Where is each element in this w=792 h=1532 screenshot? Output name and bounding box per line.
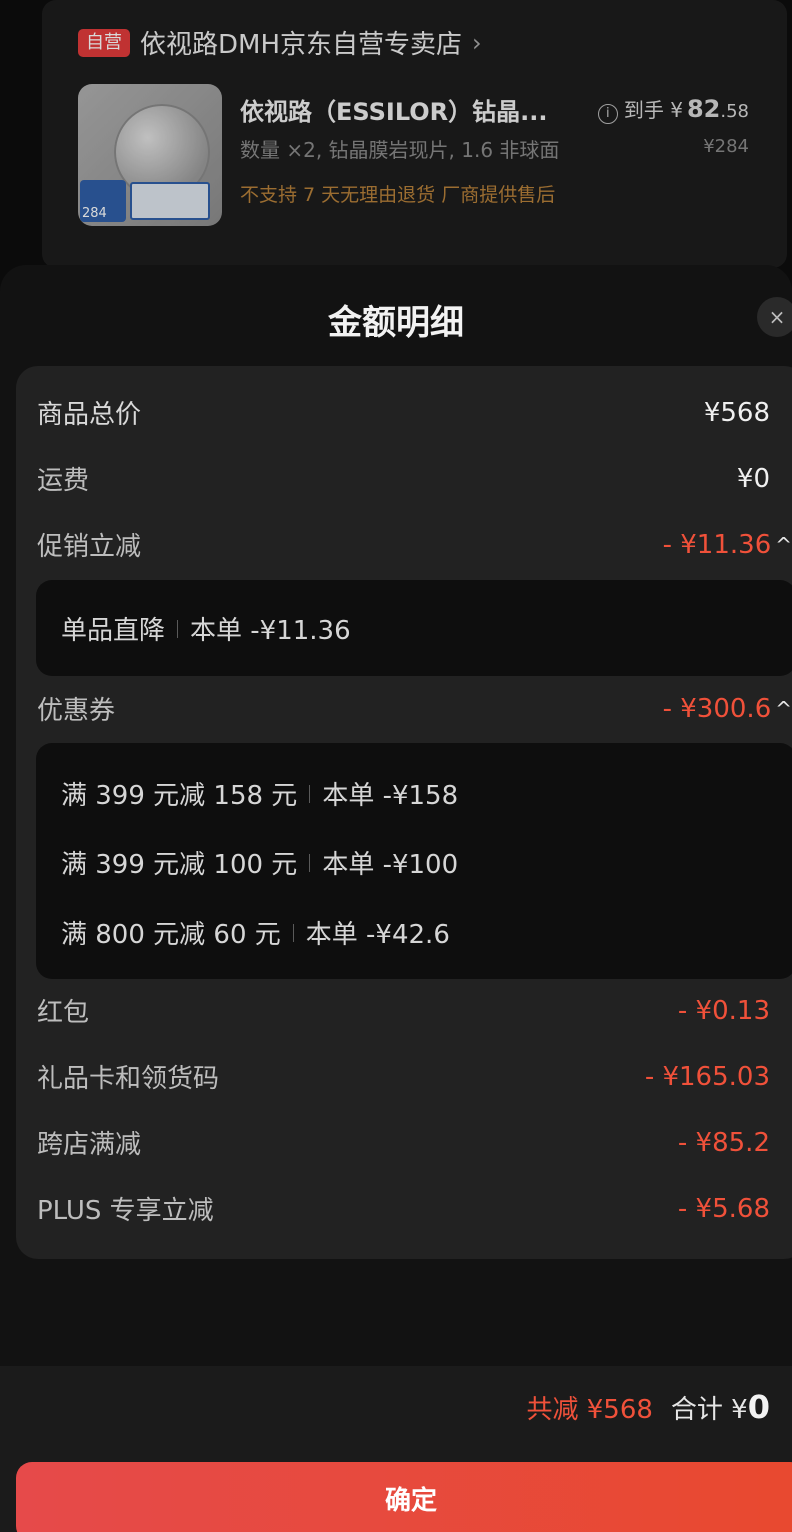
chevron-up-icon[interactable]: ^ (775, 533, 792, 557)
promo-label: 促销立减 (37, 532, 142, 562)
gift-card-row: 礼品卡和领货码 - ¥165.03 (37, 1058, 770, 1095)
gift-card-label: 礼品卡和领货码 (37, 1064, 220, 1094)
divider (292, 923, 294, 942)
coupon-detail-name: 满 399 元减 100 元 (61, 850, 298, 880)
promo-row[interactable]: 促销立减 - ¥11.36 ^ (37, 526, 792, 563)
coupon-detail-amount: 本单 -¥42.6 (305, 920, 450, 950)
coupon-label: 优惠券 (37, 696, 116, 726)
goods-total-value: ¥568 (703, 397, 770, 428)
goods-total-label: 商品总价 (37, 400, 142, 430)
goods-total-row: 商品总价 ¥568 (37, 394, 770, 431)
coupon-detail-item: 满 399 元减 100 元 本单 -¥100 (61, 844, 458, 881)
gift-card-value: - ¥165.03 (644, 1061, 770, 1092)
shipping-row: 运费 ¥0 (37, 460, 770, 497)
plus-row: PLUS 专享立减 - ¥5.68 (37, 1190, 770, 1227)
divider (309, 784, 311, 803)
cross-store-row: 跨店满减 - ¥85.2 (37, 1124, 770, 1161)
coupon-row[interactable]: 优惠券 - ¥300.6 ^ (37, 690, 792, 727)
sheet-title: 金额明细 (328, 303, 464, 343)
divider (177, 619, 179, 638)
plus-label: PLUS 专享立减 (37, 1196, 214, 1226)
total-value: 0 (747, 1388, 770, 1426)
plus-value: - ¥5.68 (677, 1193, 770, 1224)
close-icon: × (768, 305, 786, 329)
promo-detail-box: 单品直降 本单 -¥11.36 (36, 580, 792, 676)
cross-store-label: 跨店满减 (37, 1130, 142, 1160)
red-packet-label: 红包 (37, 998, 90, 1028)
coupon-detail-item: 满 399 元减 158 元 本单 -¥158 (61, 775, 458, 812)
coupon-detail-item: 满 800 元减 60 元 本单 -¥42.6 (61, 914, 450, 951)
shipping-value: ¥0 (736, 463, 770, 494)
shipping-label: 运费 (37, 466, 90, 496)
coupon-detail-box: 满 399 元减 158 元 本单 -¥158 满 399 元减 100 元 本… (36, 743, 792, 979)
chevron-up-icon[interactable]: ^ (775, 697, 792, 721)
total-label: 合计 ¥ (670, 1395, 748, 1425)
divider (309, 853, 311, 872)
total-reduction: 共减 ¥568 (526, 1395, 653, 1425)
coupon-detail-amount: 本单 -¥100 (322, 850, 459, 880)
confirm-button[interactable]: 确定 (16, 1462, 792, 1532)
coupon-detail-name: 满 399 元减 158 元 (61, 781, 298, 811)
cross-store-value: - ¥85.2 (677, 1127, 770, 1158)
promo-detail-name: 单品直降 (61, 616, 166, 646)
coupon-value: - ¥300.6 (662, 693, 772, 724)
dim-overlay (42, 0, 787, 268)
promo-detail-item: 单品直降 本单 -¥11.36 (61, 610, 351, 647)
total-summary: 共减 ¥568 合计 ¥ 0 (526, 1388, 770, 1426)
amount-detail-sheet: 金额明细 × 商品总价 ¥568 运费 ¥0 促销立减 - ¥11.36 ^ 单… (0, 265, 792, 1532)
promo-detail-amount: 本单 -¥11.36 (190, 616, 351, 646)
amount-detail-panel: 商品总价 ¥568 运费 ¥0 促销立减 - ¥11.36 ^ 单品直降 本单 … (16, 366, 792, 1259)
red-packet-row: 红包 - ¥0.13 (37, 992, 770, 1029)
summary-footer: 共减 ¥568 合计 ¥ 0 确定 (0, 1366, 792, 1532)
promo-value: - ¥11.36 (662, 529, 772, 560)
order-card: 自营 依视路DMH京东自营专卖店 › 284 依视路（ESSILOR）钻晶...… (42, 0, 787, 268)
coupon-detail-amount: 本单 -¥158 (322, 781, 459, 811)
close-button[interactable]: × (757, 297, 792, 337)
coupon-detail-name: 满 800 元减 60 元 (61, 920, 281, 950)
red-packet-value: - ¥0.13 (677, 995, 770, 1026)
